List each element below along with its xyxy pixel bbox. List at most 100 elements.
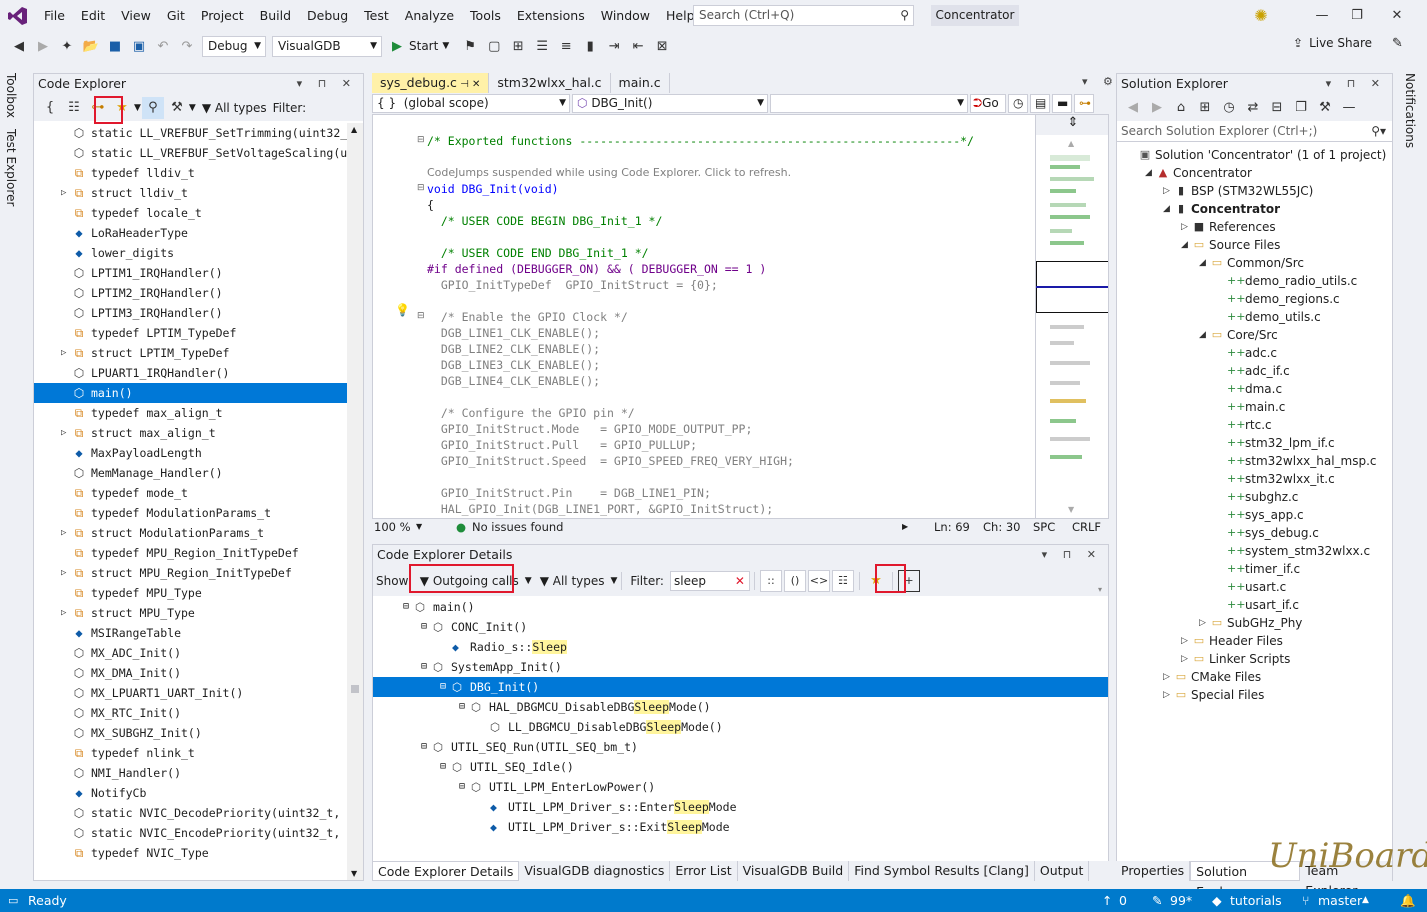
list-item[interactable]: ▷ ⧉ struct MPU_Region_InitTypeDef: [34, 563, 348, 583]
forward-icon[interactable]: ▶: [32, 35, 54, 57]
platform-select[interactable]: VisualGDB ▼: [272, 35, 382, 57]
list-item[interactable]: ⧉ typedef nlink_t: [34, 743, 348, 763]
member-select[interactable]: ▼: [770, 94, 968, 113]
list-item[interactable]: ⬡ LPTIM3_IRQHandler(): [34, 303, 348, 323]
menu-item-debug[interactable]: Debug: [299, 0, 356, 31]
arrow-up-icon[interactable]: ↑: [1102, 889, 1112, 912]
expand-icon[interactable]: ▷: [61, 603, 66, 623]
solution-tree-item[interactable]: ++ adc.c: [1117, 344, 1392, 362]
panel-controls[interactable]: ▾ ⊓ ✕: [1326, 74, 1386, 94]
solution-tree-item[interactable]: ▷ ▭ SubGHz_Phy: [1117, 614, 1392, 632]
scroll-down-icon[interactable]: ▼: [1068, 505, 1074, 514]
bottom-tab[interactable]: Find Symbol Results [Clang]: [849, 861, 1035, 881]
list-item[interactable]: ⧉ typedef max_align_t: [34, 403, 348, 423]
tree-node[interactable]: ⊟ ⬡ main(): [373, 597, 1108, 617]
go-button[interactable]: ⮊Go: [970, 94, 1006, 113]
tree-node[interactable]: ⬡ LL_DBGMCU_DisableDBGSleepMode(): [373, 717, 1108, 737]
new-project-icon[interactable]: ✦: [56, 35, 78, 57]
commits-up[interactable]: 0: [1119, 889, 1127, 912]
collapse-icon[interactable]: ⊟: [421, 617, 427, 637]
menu-item-window[interactable]: Window: [593, 0, 658, 31]
clear-icon[interactable]: ✕: [735, 572, 745, 590]
list-item[interactable]: ▷ ⧉ struct lldiv_t: [34, 183, 348, 203]
redo-icon[interactable]: ↷: [176, 35, 198, 57]
expand-icon[interactable]: ▷: [1163, 686, 1170, 704]
list-item[interactable]: ⬡ static LL_VREFBUF_SetVoltageScaling(uin: [34, 143, 348, 163]
expand-icon[interactable]: ▷: [1163, 668, 1170, 686]
solution-tree-item[interactable]: ++ stm32_lpm_if.c: [1117, 434, 1392, 452]
start-button[interactable]: Start: [409, 39, 438, 53]
layout-icon[interactable]: ⊞: [507, 35, 529, 57]
solution-search-input[interactable]: Search Solution Explorer (Ctrl+;) ⚲▾: [1117, 121, 1392, 142]
menu-item-extensions[interactable]: Extensions: [509, 0, 593, 31]
list-item[interactable]: ⧉ typedef MPU_Type: [34, 583, 348, 603]
expand-icon[interactable]: ▷: [61, 563, 66, 583]
solution-tree-item[interactable]: ++ demo_regions.c: [1117, 290, 1392, 308]
tree-icon[interactable]: ☷: [831, 569, 854, 592]
expand-icon[interactable]: ▷: [1181, 650, 1188, 668]
list-item[interactable]: ⧉ typedef locale_t: [34, 203, 348, 223]
menu-item-view[interactable]: View: [113, 0, 159, 31]
chevron-down-icon[interactable]: ▼: [134, 103, 141, 113]
bottom-tab[interactable]: Code Explorer Details: [372, 861, 520, 881]
expand-icon[interactable]: ▷: [1181, 632, 1188, 650]
expand-icon[interactable]: ▷: [1181, 218, 1188, 236]
collapse-all-icon[interactable]: ⊟: [1266, 97, 1288, 119]
editor-tab[interactable]: sys_debug.c ⊣ ✕: [372, 73, 490, 93]
solution-bottom-tab[interactable]: Properties: [1116, 861, 1191, 881]
menu-item-analyze[interactable]: Analyze: [397, 0, 462, 31]
list-item[interactable]: ▷ ⧉ struct MPU_Type: [34, 603, 348, 623]
menu-item-git[interactable]: Git: [159, 0, 193, 31]
list-item[interactable]: ◆ NotifyCb: [34, 783, 348, 803]
solution-tree-item[interactable]: ▷ ▭ Linker Scripts: [1117, 650, 1392, 668]
tree-node[interactable]: ⊟ ⬡ SystemApp_Init(): [373, 657, 1108, 677]
list-item[interactable]: ⬡ main(): [34, 383, 348, 403]
live-share-button[interactable]: ⇪ Live Share: [1293, 36, 1372, 50]
menu-item-file[interactable]: File: [36, 0, 73, 31]
collapse-icon[interactable]: ⊟: [440, 677, 446, 697]
solution-tree-item[interactable]: ++ demo_utils.c: [1117, 308, 1392, 326]
bottom-tab[interactable]: VisualGDB Build: [738, 861, 850, 881]
overflow-icon[interactable]: ▾: [1098, 585, 1102, 594]
bookmark-next-icon[interactable]: ⇥: [603, 35, 625, 57]
collapse-icon[interactable]: ⊟: [417, 135, 425, 145]
config-select[interactable]: Debug ▼: [202, 35, 266, 57]
search-input[interactable]: Search (Ctrl+Q) ⚲: [693, 5, 914, 26]
visual-studio-logo-icon[interactable]: [0, 0, 36, 31]
tree-node[interactable]: ◆ UTIL_LPM_Driver_s::ExitSleepMode: [373, 817, 1108, 837]
branch-icon[interactable]: ⑂: [1302, 889, 1310, 912]
tree-node[interactable]: ⊟ ⬡ UTIL_SEQ_Idle(): [373, 757, 1108, 777]
tree-node[interactable]: ⊟ ⬡ HAL_DBGMCU_DisableDBGSleepMode(): [373, 697, 1108, 717]
bookmark-prev-icon[interactable]: ⇤: [627, 35, 649, 57]
solution-tree-item[interactable]: ++ dma.c: [1117, 380, 1392, 398]
bottom-tab[interactable]: Output: [1035, 861, 1090, 881]
list-icon[interactable]: ☷: [63, 97, 85, 119]
panel-controls[interactable]: ▾ ⊓ ✕: [297, 74, 357, 94]
screen-icon[interactable]: ▢: [483, 35, 505, 57]
bottom-tab[interactable]: Error List: [670, 861, 738, 881]
braces-icon[interactable]: {: [39, 97, 61, 119]
list-item[interactable]: ◆ LoRaHeaderType: [34, 223, 348, 243]
list-item[interactable]: ⧉ typedef NVIC_Type: [34, 843, 348, 863]
list-item[interactable]: ▷ ⧉ struct ModulationParams_t: [34, 523, 348, 543]
collapse-icon[interactable]: ⊟: [459, 697, 465, 717]
tree-node[interactable]: ◆ UTIL_LPM_Driver_s::EnterSleepMode: [373, 797, 1108, 817]
solution-tree-item[interactable]: ++ subghz.c: [1117, 488, 1392, 506]
solution-tree-item[interactable]: ▷ ▭ Special Files: [1117, 686, 1392, 704]
expand-icon[interactable]: ▷: [61, 343, 66, 363]
lightbulb-icon[interactable]: 💡: [395, 303, 410, 317]
all-types-filter[interactable]: ▼ All types: [202, 101, 267, 115]
list-item[interactable]: ⧉ typedef lldiv_t: [34, 163, 348, 183]
chevron-down-icon[interactable]: ▼: [416, 519, 422, 535]
bookmark-clear-icon[interactable]: ⊠: [651, 35, 673, 57]
menu-item-project[interactable]: Project: [193, 0, 252, 31]
list-item[interactable]: ⬡ static NVIC_EncodePriority(uint32_t, ui: [34, 823, 348, 843]
list-item[interactable]: ⬡ MX_DMA_Init(): [34, 663, 348, 683]
feedback-icon[interactable]: ✎: [1392, 36, 1403, 51]
chevron-down-icon[interactable]: ▼: [189, 103, 196, 113]
solution-tree-item[interactable]: ++ adc_if.c: [1117, 362, 1392, 380]
editor-tab[interactable]: stm32wlxx_hal.c: [489, 73, 611, 93]
solution-tree-item[interactable]: ◢ ▲ Concentrator: [1117, 164, 1392, 182]
expand-icon[interactable]: ▷: [1163, 182, 1170, 200]
bookmark-icon[interactable]: ▮: [579, 35, 601, 57]
